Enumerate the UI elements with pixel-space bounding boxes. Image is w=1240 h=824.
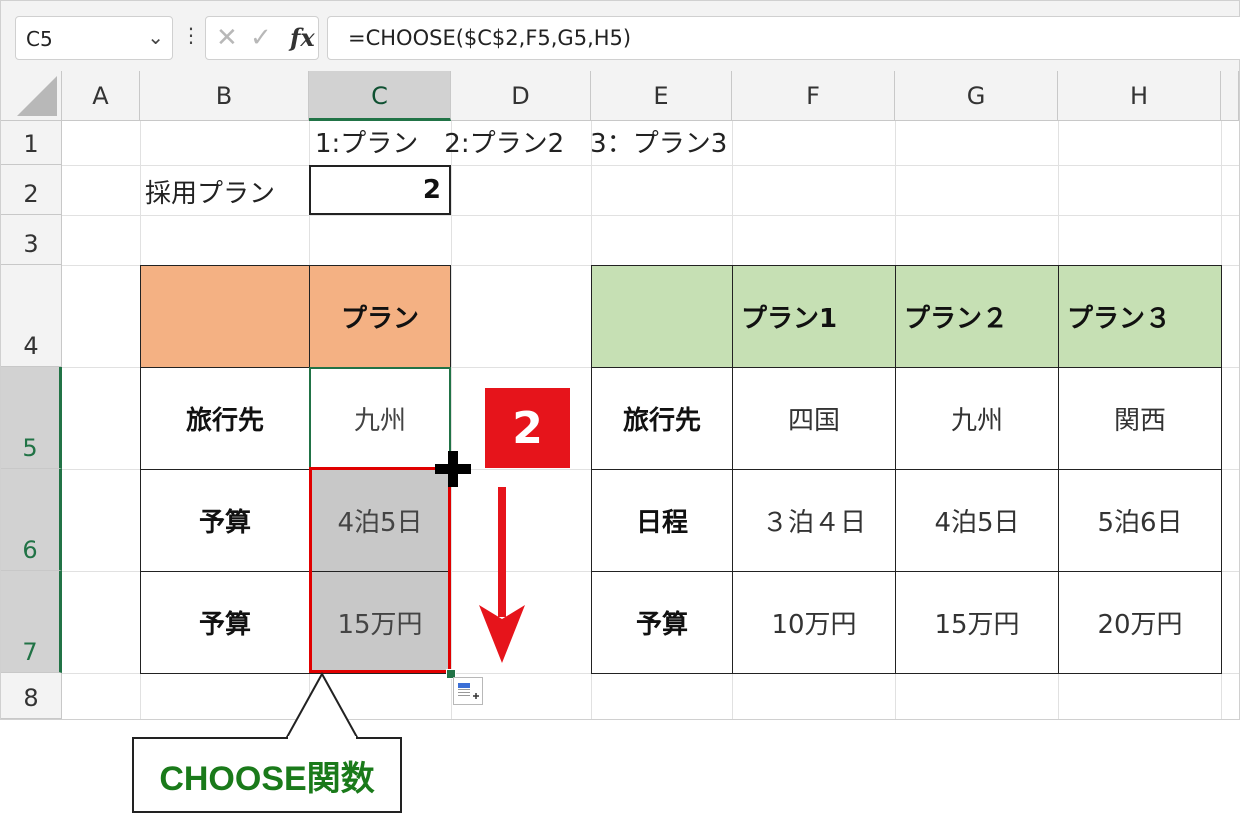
callout-pointer-joint [288,736,356,739]
